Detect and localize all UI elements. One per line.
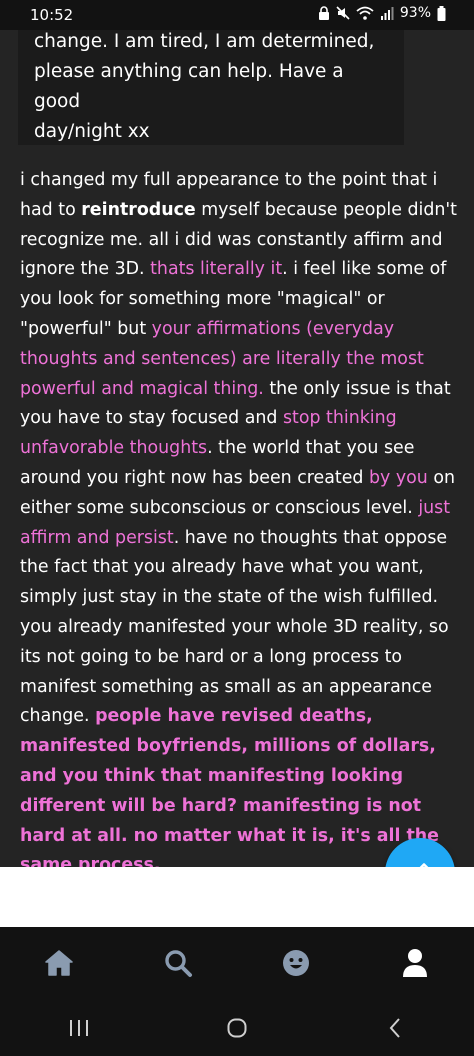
post-highlight-segment: reintroduce (81, 199, 196, 220)
back-button[interactable] (365, 1003, 425, 1053)
mute-icon (336, 6, 350, 20)
search-icon (165, 950, 192, 977)
lock-icon (318, 6, 329, 20)
post-highlight-segment: people have revised deaths, manifested b… (20, 706, 439, 876)
back-icon (389, 1017, 400, 1038)
home-circle-icon (227, 1018, 247, 1037)
post-highlight-segment: thats literally it (150, 259, 283, 280)
tab-account[interactable] (385, 933, 445, 993)
home-button[interactable] (207, 1003, 267, 1053)
home-icon (45, 950, 73, 976)
status-bar: 10:52 93% (0, 0, 474, 30)
post-text-segment: . have no thoughts that oppose the fact … (20, 527, 449, 727)
content-gap (0, 867, 474, 927)
recents-icon (70, 1019, 88, 1036)
quoted-post-text: change. I am tired, I am determined, ple… (34, 31, 375, 142)
post-body: i changed my full appearance to the poin… (20, 166, 460, 881)
status-icons: 93% (318, 5, 446, 21)
wifi-icon (356, 6, 374, 20)
signal-icon (380, 7, 394, 20)
person-icon (402, 949, 427, 977)
battery-percent: 93% (399, 5, 431, 21)
bottom-tab-bar (0, 927, 474, 999)
system-nav-bar (0, 999, 474, 1056)
status-time: 10:52 (30, 6, 74, 24)
smiley-icon (283, 950, 310, 976)
tab-search[interactable] (148, 933, 208, 993)
post-highlight-segment: by you (368, 467, 428, 488)
tab-home[interactable] (29, 933, 89, 993)
tab-activity[interactable] (266, 933, 326, 993)
battery-icon (437, 5, 446, 21)
recents-button[interactable] (49, 1003, 109, 1053)
